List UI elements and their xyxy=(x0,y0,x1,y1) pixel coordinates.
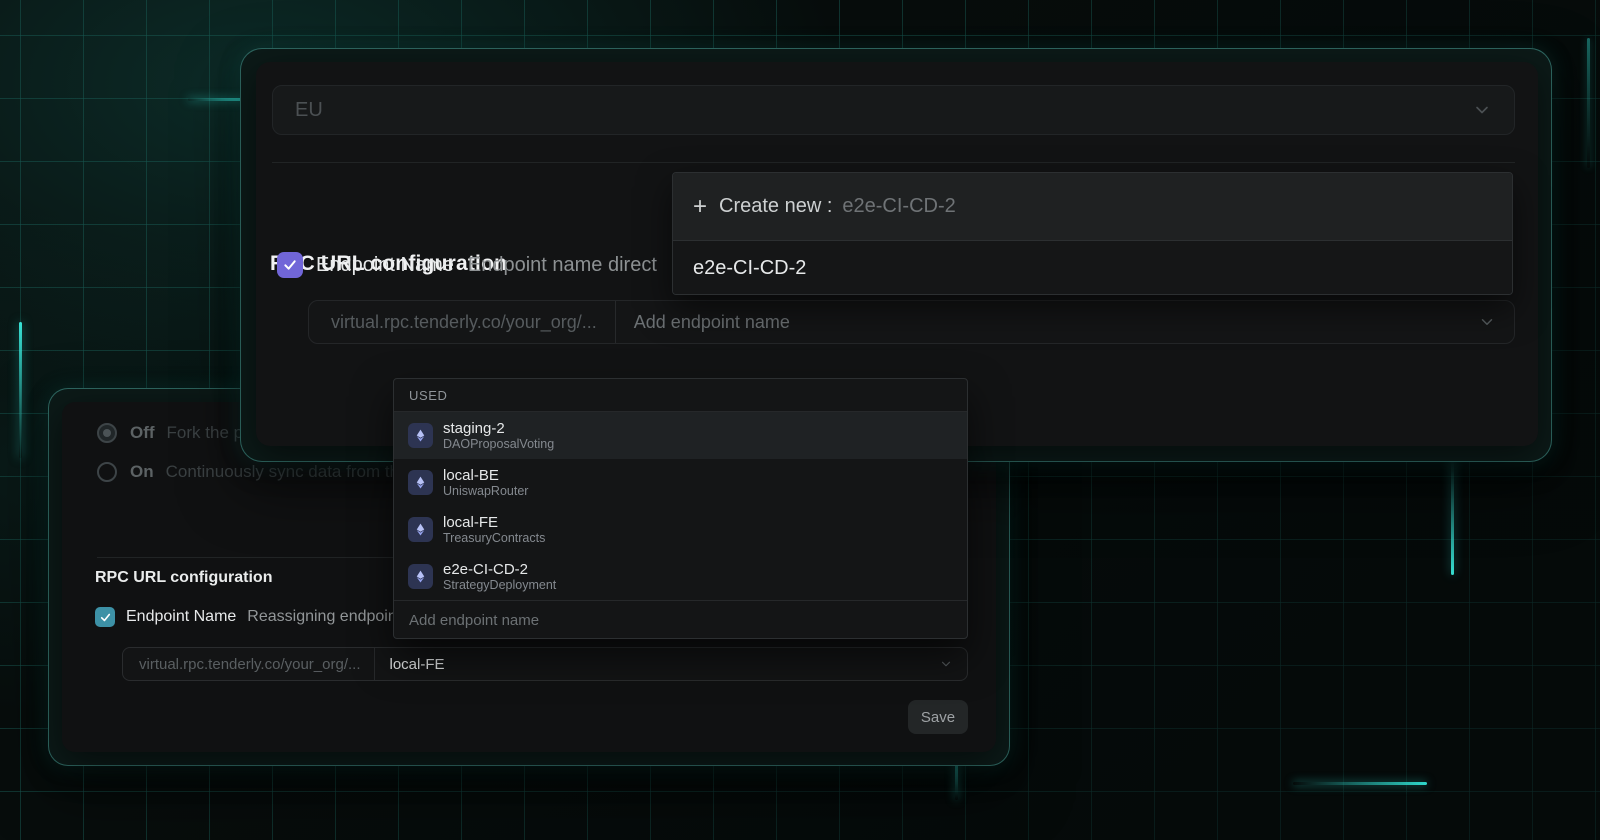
endpoint-option-e2e-ci-cd-2[interactable]: e2e-CI-CD-2 StrategyDeployment xyxy=(394,553,967,600)
region-select[interactable]: EU xyxy=(272,85,1515,135)
endpoint-option-name: staging-2 xyxy=(443,419,505,437)
existing-name-option[interactable]: e2e-CI-CD-2 xyxy=(673,241,1512,294)
endpoint-option-local-fe[interactable]: local-FE TreasuryContracts xyxy=(394,506,967,553)
endpoint-name-label: Endpoint Name xyxy=(316,253,454,276)
radio-on-unselected[interactable] xyxy=(97,462,117,482)
endpoint-option-name: local-FE xyxy=(443,513,499,531)
chevron-down-icon xyxy=(1478,313,1514,331)
ethereum-icon xyxy=(408,564,433,589)
rpc-url-prefix: virtual.rpc.tenderly.co/your_org/... xyxy=(139,655,361,673)
endpoint-name-placeholder: Add endpoint name xyxy=(633,311,790,332)
region-select-value: EU xyxy=(295,98,323,121)
radio-off-selected[interactable] xyxy=(97,423,117,443)
save-button[interactable]: Save xyxy=(908,700,968,734)
create-new-value: e2e-CI-CD-2 xyxy=(842,195,956,217)
endpoint-option-project: DAOProposalVoting xyxy=(443,436,555,451)
sync-on-radio-row[interactable]: On Continuously sync data from the p xyxy=(97,462,423,482)
ethereum-icon xyxy=(408,517,433,542)
grid-glow-segment xyxy=(19,322,22,458)
chevron-down-icon xyxy=(1472,100,1492,120)
grid-glow-segment xyxy=(1587,38,1590,168)
chevron-down-icon xyxy=(939,657,967,671)
rpc-url-prefix: virtual.rpc.tenderly.co/your_org/... xyxy=(331,311,597,332)
endpoint-name-checkbox-row[interactable]: Endpoint Name Endpoint name direct xyxy=(277,252,657,278)
checkbox-checked-icon[interactable] xyxy=(277,252,303,278)
checkbox-checked-icon[interactable] xyxy=(95,607,115,627)
radio-on-description: Continuously sync data from the p xyxy=(165,462,423,481)
endpoint-name-input[interactable]: virtual.rpc.tenderly.co/your_org/... Add… xyxy=(308,300,1515,344)
endpoint-name-description: Reassigning endpoint xyxy=(247,608,402,625)
screen: Off Fork the par On Continuously sync da… xyxy=(0,0,1600,840)
endpoint-name-description: Endpoint name direct xyxy=(467,253,657,276)
create-new-label: Create new : xyxy=(719,195,833,217)
endpoint-option-project: UniswapRouter xyxy=(443,483,529,498)
endpoint-select[interactable]: virtual.rpc.tenderly.co/your_org/... loc… xyxy=(122,647,968,681)
endpoint-option-project: TreasuryContracts xyxy=(443,530,546,545)
endpoint-name-checkbox-row[interactable]: Endpoint Name Reassigning endpoint xyxy=(95,607,401,627)
grid-glow-segment xyxy=(1451,455,1454,575)
section-divider xyxy=(272,162,1515,163)
grid-glow-segment xyxy=(1293,782,1427,785)
ethereum-icon xyxy=(408,470,433,495)
rpc-config-heading: RPC URL configuration xyxy=(95,569,273,586)
radio-off-label: Off xyxy=(130,423,155,442)
endpoint-select-value: local-FE xyxy=(389,655,445,673)
endpoint-option-name: local-BE xyxy=(443,466,499,484)
endpoint-name-label: Endpoint Name xyxy=(126,608,237,625)
used-section-label: USED xyxy=(394,379,967,412)
endpoint-option-name: e2e-CI-CD-2 xyxy=(443,560,529,578)
endpoint-option-staging-2[interactable]: staging-2 DAOProposalVoting xyxy=(394,412,967,459)
plus-icon: + xyxy=(693,192,708,220)
endpoint-option-local-be[interactable]: local-BE UniswapRouter xyxy=(394,459,967,506)
create-new-option[interactable]: + Create new : e2e-CI-CD-2 xyxy=(673,173,1512,241)
radio-on-label: On xyxy=(130,462,154,481)
endpoint-option-project: StrategyDeployment xyxy=(443,577,557,592)
sync-off-radio-row[interactable]: Off Fork the par xyxy=(97,423,258,443)
add-endpoint-name-input[interactable]: Add endpoint name xyxy=(394,600,967,638)
create-new-dropdown: + Create new : e2e-CI-CD-2 e2e-CI-CD-2 xyxy=(672,172,1513,295)
used-endpoints-dropdown: USED staging-2 DAOProposalVoting local-B… xyxy=(393,378,968,639)
ethereum-icon xyxy=(408,423,433,448)
